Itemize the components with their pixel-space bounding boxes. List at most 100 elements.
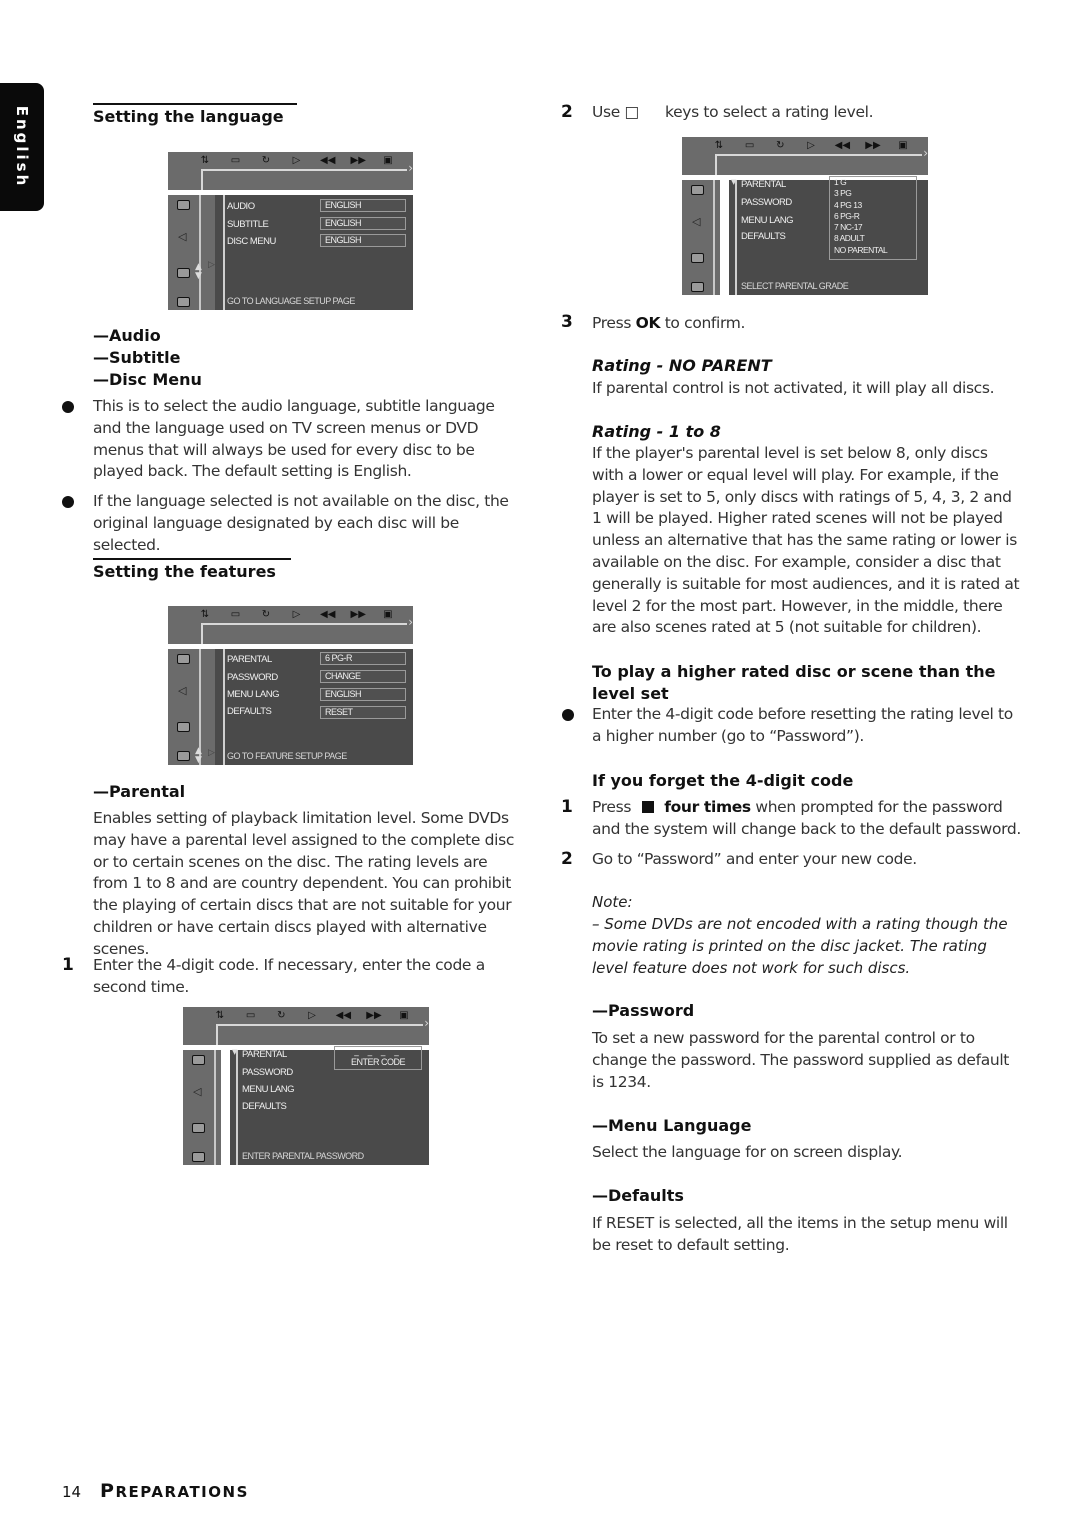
grade-option[interactable]: NO PARENTAL	[830, 245, 916, 256]
menu-row-label: DEFAULTS	[741, 231, 786, 242]
grade-option-selected[interactable]: 6 PG-R	[830, 211, 916, 222]
rewind-icon: ◀◀	[834, 140, 851, 151]
menu-row-value[interactable]: ENGLISH	[320, 217, 406, 230]
four-times-label: four times	[664, 798, 751, 816]
display-icon: ▣	[399, 1010, 409, 1021]
step-text: Enter the 4-digit code. If necessary, en…	[93, 956, 485, 996]
menu-panel: ▼ PARENTAL PASSWORD MENU LANG DEFAULTS _…	[230, 1046, 429, 1165]
menu-row-value[interactable]: RESET	[320, 706, 406, 719]
grade-option[interactable]: 4 PG 13	[830, 200, 916, 211]
subtitle-icon: ▭	[245, 1010, 256, 1021]
step-text-post: to confirm.	[664, 314, 746, 332]
menu-row-label: PARENTAL	[741, 179, 786, 190]
angle-icon: ↻	[261, 155, 271, 166]
display-icon: ▣	[383, 155, 393, 166]
item-subtitle: —Subtitle	[93, 348, 181, 367]
menu-row-label: DISC MENU	[227, 236, 276, 247]
menu-toolbar: ⇅ ▭ ↻ ▷ ◀◀ ▶▶ ▣ ›	[168, 606, 413, 644]
angle-icon: ↻	[776, 140, 785, 151]
caret-down-icon: ▼	[731, 178, 737, 186]
step-text: Go to “Password” and enter your new code…	[592, 850, 917, 868]
menu-sidebar: ◁ ▲ ▼	[168, 195, 215, 310]
language-setup-screen: ⇅ ▭ ↻ ▷ ◀◀ ▶▶ ▣ › ◁ ▲ ▼ ▷ AUDIO ENGLISH S…	[168, 152, 413, 310]
page-number: 14	[62, 1483, 82, 1501]
paragraph: If the player's parental level is set be…	[592, 444, 1020, 637]
play-icon: ▷	[807, 140, 815, 151]
language-icon	[691, 253, 704, 263]
language-icon	[177, 722, 190, 732]
rating-1-8-title: Rating - 1 to 8	[592, 422, 721, 441]
code-input-dashes[interactable]: _ _ _ _	[335, 1047, 421, 1057]
step-number: 1	[62, 955, 74, 975]
menu-row-value[interactable]: 6 PG-R	[320, 652, 406, 665]
grade-option[interactable]: 1 G	[830, 177, 916, 188]
menu-row-label: MENU LANG	[227, 689, 279, 700]
language-icon	[177, 268, 190, 278]
section-rule	[93, 103, 297, 105]
parental-paragraph: Enables setting of playback limitation l…	[93, 809, 514, 958]
grade-list[interactable]: 1 G 3 PG 4 PG 13 6 PG-R 7 NC-17 8 ADULT …	[829, 176, 917, 260]
fast-forward-icon: ▶▶	[350, 155, 366, 166]
section-cap: P	[100, 1480, 116, 1502]
step-text-pre: Press	[592, 798, 632, 816]
menu-row-value[interactable]: CHANGE	[320, 670, 406, 683]
subtitle-icon: ▭	[744, 140, 755, 151]
step-text: Press OK to confirm.	[592, 313, 745, 335]
features-icon	[177, 297, 190, 307]
audio-icon: ◁	[178, 684, 187, 697]
play-icon: ▷	[308, 1010, 316, 1021]
step-number: 1	[561, 797, 573, 817]
general-icon	[177, 654, 190, 664]
rewind-icon: ◀◀	[320, 609, 336, 620]
menu-row-label: PASSWORD	[741, 197, 792, 208]
feature-setup-screen: ⇅ ▭ ↻ ▷ ◀◀ ▶▶ ▣ › ◁ ▲ ▼ ▷ PARENTAL 6 PG-R…	[168, 606, 413, 765]
chevron-right-icon: ›	[408, 615, 413, 629]
language-tab-label: English	[13, 105, 31, 189]
subtitle-icon: ▭	[230, 155, 241, 166]
code-label: ENTER CODE	[350, 1057, 406, 1067]
pointer-icon: ▷	[208, 748, 215, 758]
parental-heading: —Parental	[93, 782, 186, 801]
menu-toolbar: ⇅ ▭ ↻ ▷ ◀◀ ▶▶ ▣ ›	[682, 137, 928, 175]
menu-row-label: DEFAULTS	[227, 706, 272, 717]
menu-footer: GO TO LANGUAGE SETUP PAGE	[227, 296, 355, 306]
menu-row-value[interactable]: ENGLISH	[320, 199, 406, 212]
menu-row-value[interactable]: ENGLISH	[320, 688, 406, 701]
note-text: – Some DVDs are not encoded with a ratin…	[592, 915, 1008, 977]
section-title-language: Setting the language	[93, 107, 284, 126]
general-icon	[691, 185, 704, 195]
defaults-heading: —Defaults	[592, 1186, 684, 1205]
menu-panel: PARENTAL 6 PG-R PASSWORD CHANGE MENU LAN…	[215, 649, 413, 765]
menu-footer: SELECT PARENTAL GRADE	[741, 281, 849, 291]
step-text: Use □	[592, 103, 639, 121]
chevron-right-icon: ›	[923, 146, 928, 160]
display-icon: ▣	[383, 609, 393, 620]
step-text: Press four times when prompted for the p…	[592, 797, 1022, 841]
enter-password-screen: ⇅ ▭ ↻ ▷ ◀◀ ▶▶ ▣ › ◁ ▼ PARENTAL PASSWORD …	[183, 1007, 429, 1165]
grade-option[interactable]: 7 NC-17	[830, 222, 916, 233]
grade-option[interactable]: 3 PG	[830, 188, 916, 199]
ok-key: OK	[635, 314, 661, 332]
menu-sidebar: ◁	[183, 1050, 221, 1165]
menu-row-label: MENU LANG	[741, 215, 793, 226]
fast-forward-icon: ▶▶	[350, 609, 366, 620]
audio-icon: ◁	[193, 1085, 202, 1098]
paragraph: If the language selected is not availabl…	[93, 492, 509, 554]
paragraph: To set a new password for the parental c…	[592, 1029, 1010, 1091]
bullet	[562, 709, 574, 721]
menu-row-label: MENU LANG	[242, 1084, 294, 1095]
note-label: Note:	[592, 893, 633, 911]
menu-row-label: SUBTITLE	[227, 219, 269, 230]
menu-toolbar: ⇅ ▭ ↻ ▷ ◀◀ ▶▶ ▣ ›	[168, 152, 413, 190]
language-icon	[192, 1123, 205, 1133]
caret-down-icon: ▼	[232, 1048, 238, 1056]
pointer-icon: ▷	[208, 260, 215, 270]
audio-icon: ◁	[178, 230, 187, 243]
settings-icon: ⇅	[215, 1010, 225, 1021]
parental-grade-screen: ⇅ ▭ ↻ ▷ ◀◀ ▶▶ ▣ › ◁ ▼ PARENTAL PASSWORD …	[682, 137, 928, 295]
menu-row-value[interactable]: ENGLISH	[320, 234, 406, 247]
menu-row-label: AUDIO	[227, 201, 255, 212]
grade-option[interactable]: 8 ADULT	[830, 233, 916, 244]
paragraph: This is to select the audio language, su…	[93, 397, 495, 481]
enter-code-box[interactable]: _ _ _ _ ENTER CODE	[334, 1046, 422, 1070]
